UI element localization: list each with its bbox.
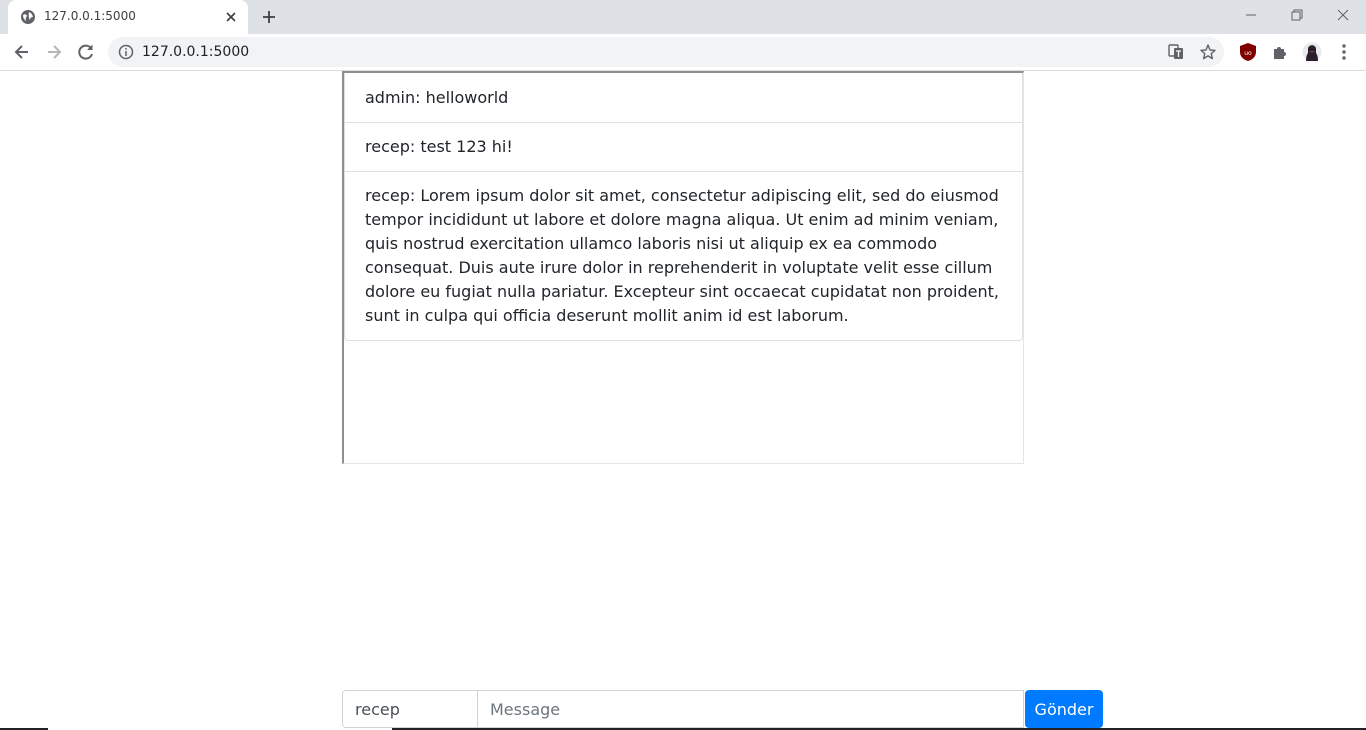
bookmark-star-icon[interactable] bbox=[1199, 43, 1217, 61]
profile-avatar-icon[interactable] bbox=[1302, 42, 1322, 62]
username-input[interactable] bbox=[342, 690, 478, 728]
forward-icon[interactable] bbox=[44, 42, 64, 62]
minimize-icon[interactable] bbox=[1242, 6, 1260, 24]
extensions-puzzle-icon[interactable] bbox=[1270, 42, 1290, 62]
menu-kebab-icon[interactable] bbox=[1334, 42, 1354, 62]
address-bar[interactable]: 127.0.0.1:5000 bbox=[108, 37, 1224, 67]
globe-icon bbox=[21, 10, 35, 24]
svg-text:uo: uo bbox=[1244, 50, 1252, 57]
back-icon[interactable] bbox=[12, 42, 32, 62]
chat-messages-box[interactable]: admin: helloworld recep: test 123 hi! re… bbox=[342, 71, 1024, 464]
message-list: admin: helloworld recep: test 123 hi! re… bbox=[344, 73, 1023, 341]
message-item: recep: Lorem ipsum dolor sit amet, conse… bbox=[345, 171, 1022, 340]
send-button[interactable]: Gönder bbox=[1025, 690, 1103, 728]
close-window-icon[interactable] bbox=[1334, 6, 1352, 24]
message-item: recep: test 123 hi! bbox=[345, 122, 1022, 171]
restore-icon[interactable] bbox=[1288, 6, 1306, 24]
browser-tab[interactable]: 127.0.0.1:5000 bbox=[8, 0, 248, 34]
close-tab-icon[interactable] bbox=[224, 10, 238, 24]
translate-icon[interactable] bbox=[1167, 43, 1185, 61]
browser-tabstrip: 127.0.0.1:5000 bbox=[0, 0, 1366, 34]
url-text: 127.0.0.1:5000 bbox=[142, 44, 250, 60]
new-tab-icon[interactable] bbox=[261, 9, 277, 25]
reload-icon[interactable] bbox=[76, 42, 96, 62]
tab-title: 127.0.0.1:5000 bbox=[44, 9, 136, 23]
message-input[interactable] bbox=[478, 690, 1024, 728]
message-item: admin: helloworld bbox=[365, 88, 509, 107]
info-icon[interactable] bbox=[118, 44, 134, 60]
ublock-icon[interactable]: uo bbox=[1238, 42, 1258, 62]
browser-toolbar: 127.0.0.1:5000 uo bbox=[0, 34, 1366, 71]
